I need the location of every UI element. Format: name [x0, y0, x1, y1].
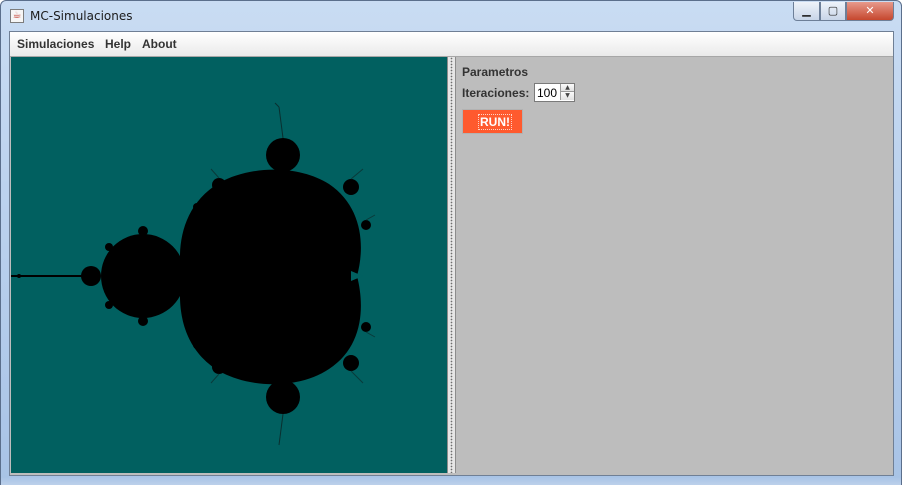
- iterations-spinner[interactable]: 100 ▲ ▼: [534, 83, 575, 102]
- mandelbrot-canvas[interactable]: [11, 57, 447, 473]
- title-bar[interactable]: ☕ MC-Simulaciones ▁ ▢ ✕: [1, 1, 901, 31]
- java-cup-icon: ☕: [10, 9, 24, 23]
- parameters-panel: Parametros Iteraciones: 100 ▲ ▼ RUN!: [456, 57, 893, 473]
- maximize-button[interactable]: ▢: [820, 2, 846, 21]
- menu-simulaciones[interactable]: Simulaciones: [17, 37, 94, 51]
- mandelbrot-period2-bulb: [101, 234, 185, 318]
- mandelbrot-main-cardioid: [179, 169, 361, 385]
- arrow-up-icon[interactable]: ▲: [560, 84, 574, 92]
- run-button-label: RUN!: [478, 114, 512, 130]
- window-title: MC-Simulaciones: [30, 9, 133, 23]
- close-button[interactable]: ✕: [846, 2, 894, 21]
- split-pane-divider[interactable]: [447, 57, 456, 473]
- iterations-value[interactable]: 100: [537, 86, 557, 100]
- menu-about[interactable]: About: [142, 37, 177, 51]
- client-area: Simulaciones Help About Parametros Itera…: [9, 31, 894, 476]
- splitter-grip[interactable]: [450, 57, 453, 473]
- arrow-down-icon[interactable]: ▼: [560, 92, 574, 100]
- iterations-label: Iteraciones:: [462, 86, 530, 100]
- run-button[interactable]: RUN!: [462, 109, 523, 134]
- parameters-title: Parametros: [462, 65, 529, 79]
- mandelbrot-bottom-bulb: [266, 380, 300, 414]
- mandelbrot-top-bulb: [266, 138, 300, 172]
- app-window: ☕ MC-Simulaciones ▁ ▢ ✕ Simulaciones Hel…: [0, 0, 902, 485]
- window-bottom-border: [1, 477, 901, 485]
- menu-bar: Simulaciones Help About: [10, 32, 893, 57]
- minimize-button[interactable]: ▁: [793, 2, 820, 21]
- menu-help[interactable]: Help: [105, 37, 131, 51]
- mandelbrot-drawing: [11, 102, 376, 446]
